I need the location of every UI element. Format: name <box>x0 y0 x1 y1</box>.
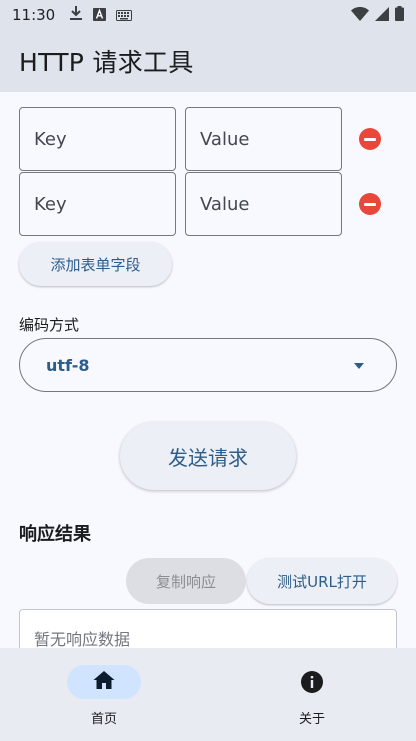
nav-label-about: 关于 <box>298 712 325 727</box>
key-placeholder: Key <box>34 193 67 215</box>
remove-field-button-2[interactable] <box>359 193 381 215</box>
remove-icon <box>364 202 376 206</box>
status-system-icons <box>351 5 404 25</box>
copy-response-button[interactable]: 复制响应 <box>126 558 246 604</box>
nav-item-home[interactable]: 首页 <box>0 648 208 741</box>
status-notification-icons <box>69 5 133 25</box>
home-icon <box>92 669 116 695</box>
response-title: 响应结果 <box>19 524 91 545</box>
encoding-selected-value: utf-8 <box>46 355 90 375</box>
response-output[interactable]: 暂无响应数据 <box>19 609 397 648</box>
app-bar: HTTP 请求工具 <box>0 30 416 92</box>
status-bar: 11:30 <box>0 0 416 30</box>
keyboard-icon <box>116 6 133 25</box>
nav-label-home: 首页 <box>90 712 117 727</box>
battery-icon <box>395 5 404 25</box>
main-content[interactable]: Key Value Key Value 添加表单字段 编码方式 utf-8 发送… <box>0 92 416 648</box>
form-key-input-2[interactable]: Key <box>19 172 176 236</box>
page-title: HTTP 请求工具 <box>19 48 194 77</box>
nav-item-about[interactable]: 关于 <box>208 648 416 741</box>
response-placeholder: 暂无响应数据 <box>34 630 131 648</box>
encoding-select[interactable]: utf-8 <box>19 338 397 392</box>
value-placeholder: Value <box>200 128 250 150</box>
wifi-icon <box>351 6 369 25</box>
key-placeholder: Key <box>34 128 67 150</box>
form-key-input-1[interactable]: Key <box>19 107 176 171</box>
a-box-icon <box>93 6 107 25</box>
value-placeholder: Value <box>200 193 250 215</box>
status-time: 11:30 <box>12 6 56 24</box>
remove-field-button-1[interactable] <box>359 128 381 150</box>
remove-icon <box>364 137 376 141</box>
test-url-button[interactable]: 测试URL打开 <box>247 558 397 604</box>
form-value-input-2[interactable]: Value <box>185 172 342 236</box>
bottom-navigation: 首页 关于 <box>0 648 416 741</box>
info-icon <box>300 670 324 694</box>
add-form-field-button[interactable]: 添加表单字段 <box>19 242 172 286</box>
dropdown-arrow-icon <box>354 363 364 369</box>
encoding-label: 编码方式 <box>19 316 80 334</box>
form-value-input-1[interactable]: Value <box>185 107 342 171</box>
signal-icon <box>375 6 389 25</box>
send-request-button[interactable]: 发送请求 <box>120 422 296 490</box>
download-icon <box>69 5 83 25</box>
active-indicator <box>67 665 141 699</box>
